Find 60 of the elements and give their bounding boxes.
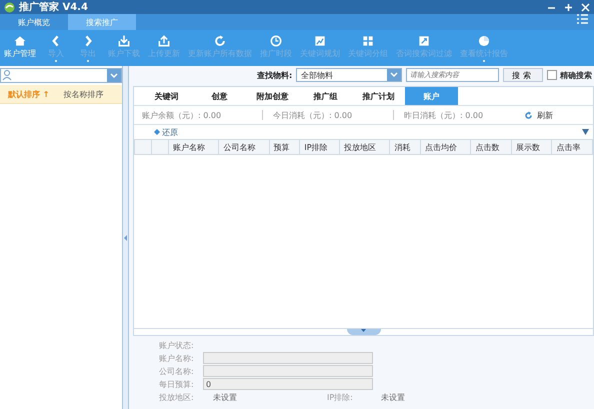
restore-button[interactable]: 还原 [154, 126, 178, 138]
input-field[interactable]: 0 [203, 378, 373, 390]
exact-search-label: 精确搜索 [560, 70, 592, 80]
field-label: IP排除: [327, 392, 354, 402]
tab[interactable]: 创意 [193, 87, 246, 105]
column-header[interactable]: 点击数 [470, 140, 512, 154]
pie-chart-icon [477, 34, 491, 48]
column-header[interactable]: 公司名称 [218, 140, 270, 154]
input-field[interactable] [203, 365, 373, 377]
dropdown-icon[interactable] [390, 72, 398, 78]
column-header[interactable]: IP排除 [300, 140, 340, 154]
column-header[interactable]: 账户名称 [168, 140, 219, 154]
field-label: 账户状态: [159, 340, 195, 350]
upload-icon [157, 34, 171, 48]
column-header[interactable]: 点击率 [552, 140, 592, 154]
window-title: 推广管家 V4.4 [19, 0, 89, 14]
dropdown-icon[interactable] [582, 129, 589, 135]
search-button[interactable]: 搜索 [503, 68, 544, 82]
refresh-button[interactable]: 刷新 [524, 110, 553, 120]
field-value: 未设置 [212, 392, 238, 402]
diamond-icon [154, 129, 160, 135]
person-icon [1, 69, 13, 81]
refresh-icon [524, 110, 533, 120]
summary-text: 昨日消耗（元）: 0.00 [404, 110, 484, 120]
refresh-icon [213, 34, 227, 48]
clock-icon [269, 34, 283, 48]
sort-option[interactable]: 按名称排序 [64, 88, 104, 100]
dropdown-icon[interactable] [110, 72, 118, 78]
close-icon[interactable] [581, 2, 590, 12]
field-label: 账户名称: [159, 352, 195, 364]
field-label: 公司名称: [159, 366, 195, 376]
grid-icon [361, 34, 375, 48]
tab[interactable]: 关键词 [140, 87, 193, 105]
home-icon [13, 34, 27, 48]
checkbox[interactable] [547, 70, 558, 80]
tab[interactable]: 附加创意 [246, 87, 299, 105]
field-value: 未设置 [380, 392, 406, 402]
menu-icon[interactable] [577, 14, 588, 24]
maximize-icon[interactable] [564, 2, 573, 12]
field-label: 投放地区: [159, 392, 195, 402]
collapse-handle[interactable] [346, 329, 380, 335]
splitter-handle[interactable] [123, 66, 129, 409]
account-search-field[interactable] [0, 68, 122, 83]
column-header[interactable]: 消耗 [390, 140, 421, 154]
filter-label: 查找物料: [257, 70, 292, 80]
field-label: 每日预算: [159, 378, 195, 390]
expand-icon [417, 34, 431, 48]
summary-text: 今日消耗（元）: 0.00 [273, 110, 354, 120]
input-field[interactable] [203, 352, 373, 364]
download-icon [117, 34, 131, 48]
column-header[interactable]: 点击均价 [420, 140, 471, 154]
column-header[interactable]: 预算 [269, 140, 300, 154]
column-header[interactable]: 投放地区 [339, 140, 390, 154]
tab[interactable]: 推广计划 [352, 87, 405, 105]
chart-icon [313, 34, 327, 48]
summary-text: 账户余额（元）: 0.00 [142, 110, 222, 120]
app-logo-icon [4, 2, 15, 12]
tab[interactable]: 推广组 [299, 87, 352, 105]
column-header[interactable]: 展示数 [511, 140, 552, 154]
material-select[interactable]: 全部物料 [296, 68, 402, 82]
